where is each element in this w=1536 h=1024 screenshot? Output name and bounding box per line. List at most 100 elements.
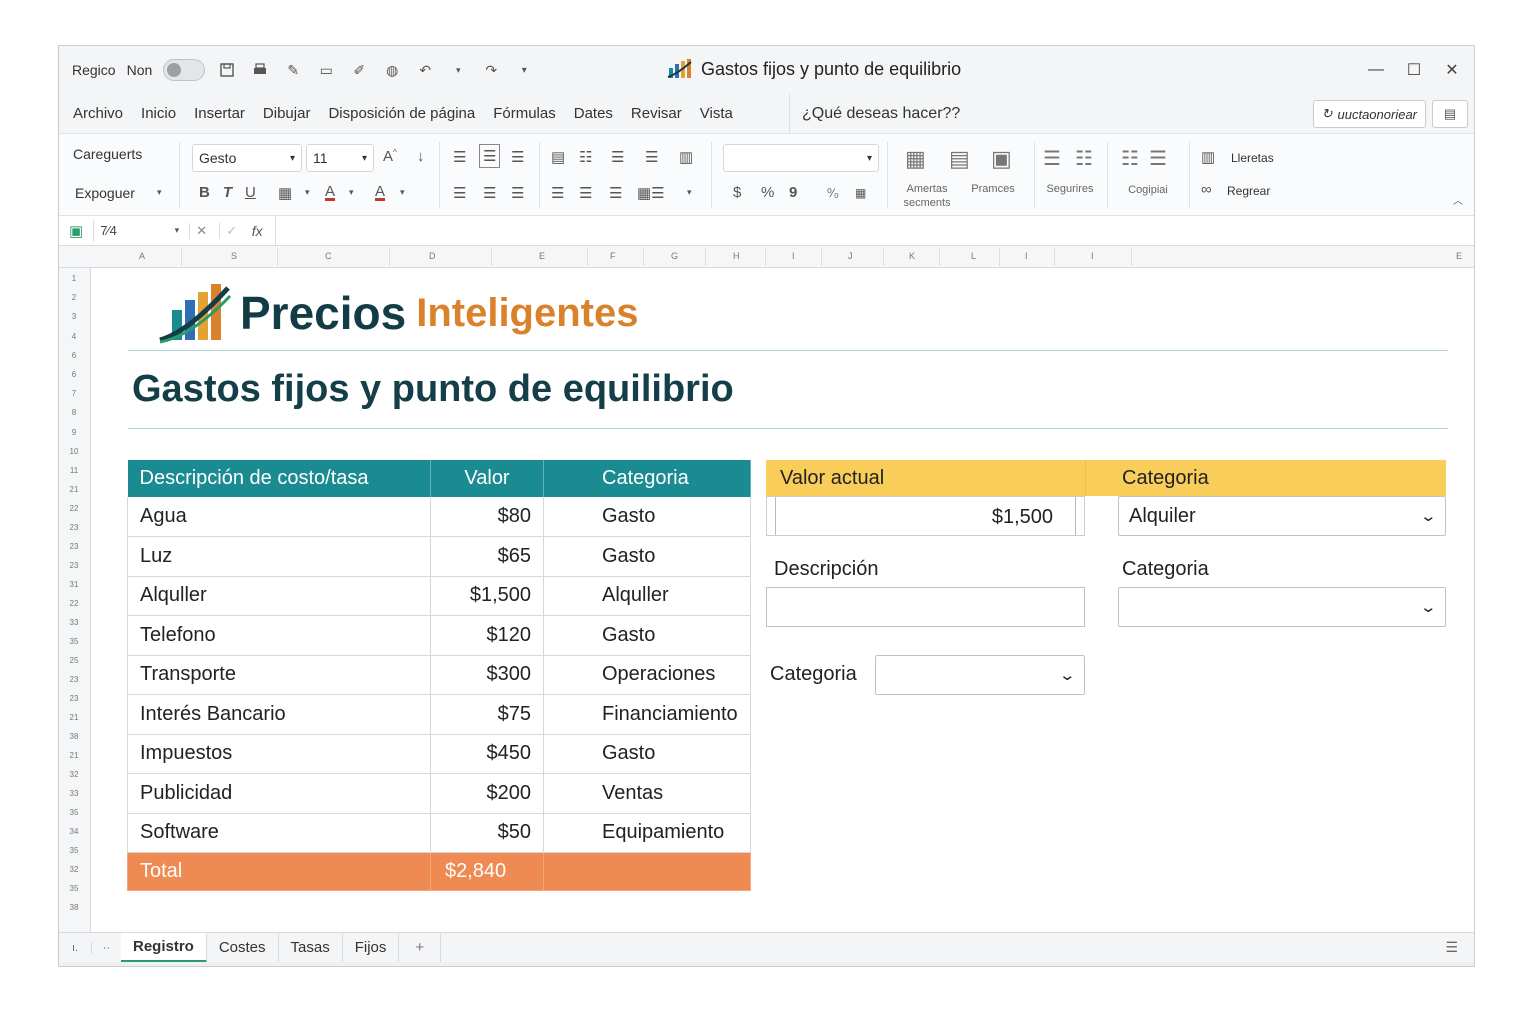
cell-value[interactable]: $50 [430,813,544,853]
sort-icon[interactable]: ☷ [1121,146,1139,171]
total-empty-cell[interactable] [543,852,751,891]
menu-revisar[interactable]: Revisar [631,105,682,122]
insert-function-icon[interactable]: fx [245,223,269,239]
column-header[interactable]: A [139,251,145,261]
column-header[interactable]: J [848,251,853,261]
decrease-font-icon[interactable]: ↓ [417,148,425,165]
tab-tasas[interactable]: Tasas [279,932,343,963]
menu-disposicion[interactable]: Disposición de página [328,105,475,122]
cell-value[interactable]: $300 [430,655,544,695]
column-header-category[interactable]: Categoria [543,460,751,497]
indent-icon[interactable]: ☰ [611,148,624,166]
cell-category[interactable]: Gasto [543,497,751,537]
comments-button[interactable]: ▤ [1432,100,1468,128]
bold-icon[interactable]: B [199,184,210,201]
cell-description[interactable]: Publicidad [127,773,431,814]
list-icon[interactable]: ☷ [579,148,592,166]
borders-icon[interactable]: ▦ [278,184,292,202]
align-center-icon[interactable]: ☰ [483,184,496,202]
row-header[interactable]: 23 [59,542,89,551]
customize-toolbar-icon[interactable]: ▾ [513,59,535,81]
row-header[interactable]: 31 [59,580,89,589]
italic-icon[interactable]: T [223,184,232,201]
tab-fijos[interactable]: Fijos [343,932,400,963]
menu-formulas[interactable]: Fórmulas [493,105,556,122]
row-header[interactable]: 33 [59,789,89,798]
column-header[interactable]: D [429,251,436,261]
autosave-toggle[interactable] [163,59,206,81]
categoria-3-select[interactable]: ⌄ [875,655,1085,695]
cell-description[interactable]: Transporte [127,655,431,695]
row-header[interactable]: 2 [59,293,89,302]
comment-icon[interactable]: ▭ [315,59,337,81]
fill-dropdown-icon[interactable]: ▾ [349,187,354,198]
cell-description[interactable]: Luz [127,536,431,577]
cell-description[interactable]: Interés Bancario [127,694,431,735]
valor-actual-field[interactable]: $1,500 [766,496,1085,536]
total-value[interactable]: $2,840 [430,852,544,891]
underline-icon[interactable]: U [245,184,256,201]
column-header[interactable]: K [909,251,915,261]
share-button[interactable]: ↻ uuctaonoriear [1312,100,1426,128]
lines-icon[interactable]: ☰ [609,184,622,202]
row-header[interactable]: 9 [59,428,89,437]
font-color-dropdown-icon[interactable]: ▾ [400,187,405,198]
row-header[interactable]: 8 [59,408,89,417]
row-header[interactable]: 34 [59,827,89,836]
column-header[interactable]: S [231,251,237,261]
categoria-select[interactable]: Alquiler ⌄ [1118,496,1446,536]
tab-costes[interactable]: Costes [207,932,279,963]
row-header[interactable]: 35 [59,846,89,855]
name-box[interactable]: 7⁄4 ▾ [93,219,185,242]
outdent-icon[interactable]: ☰ [645,148,658,166]
decrease-decimal-icon[interactable]: ▦ [855,186,866,200]
font-name-select[interactable]: Gesto ▾ [192,144,302,172]
tell-me-search[interactable]: ¿Qué deseas hacer?? [789,94,960,134]
column-header[interactable]: I [1091,251,1094,261]
cell-category[interactable]: Operaciones [543,655,751,695]
scroll-sheets-icon[interactable]: ·· [91,941,121,954]
menu-dates[interactable]: Dates [574,105,613,122]
column-header[interactable]: L [971,251,976,261]
align-top-icon[interactable]: ☰ [453,148,466,166]
cell-category[interactable]: Ventas [543,773,751,814]
add-sheet-button[interactable]: + [399,932,442,963]
formula-input[interactable] [275,215,1474,246]
number-format-select[interactable]: ▾ [723,144,879,172]
editing-group-label[interactable]: Cogipiai [1117,183,1179,197]
row-header[interactable]: 35 [59,808,89,817]
cells-group-label[interactable]: Segurires [1037,182,1103,196]
borders-dropdown-icon[interactable]: ▾ [305,187,310,198]
row-header[interactable]: 33 [59,618,89,627]
comma-format-button[interactable]: 9 [789,184,797,201]
collapse-ribbon-icon[interactable]: ︿ [1453,192,1463,207]
row-header[interactable]: 3 [59,312,89,321]
cell-category[interactable]: Gasto [543,734,751,774]
save-icon[interactable] [216,59,238,81]
clipboard-dropdown-icon[interactable]: ▾ [157,187,162,198]
merge-center-icon[interactable]: ▦☰ [637,184,665,202]
scroll-first-sheet-icon[interactable]: ı. [59,942,91,954]
conditional-format-label[interactable]: Amertas secments [899,182,955,210]
column-header[interactable]: I [792,251,795,261]
row-header[interactable]: 32 [59,770,89,779]
cell-description[interactable]: Impuestos [127,734,431,774]
distribute-icon[interactable]: ☰ [579,184,592,202]
row-header[interactable]: 38 [59,732,89,741]
row-header[interactable]: 4 [59,332,89,341]
minimize-icon[interactable]: — [1362,56,1390,84]
font-size-select[interactable]: 11 ▾ [306,144,374,172]
tab-registro[interactable]: Registro [121,932,207,963]
menu-icon[interactable]: ☰ [1445,939,1458,956]
palette-icon[interactable]: ◍ [381,59,403,81]
regrear-label[interactable]: Regrear [1227,184,1270,198]
total-label[interactable]: Total [127,852,431,891]
column-header[interactable]: F [610,251,616,261]
cell-category[interactable]: Gasto [543,615,751,656]
row-header[interactable]: 32 [59,865,89,874]
cell-value[interactable]: $65 [430,536,544,577]
wrap-text-icon[interactable]: ▤ [551,148,565,166]
column-header[interactable]: E [539,251,545,261]
cell-value[interactable]: $80 [430,497,544,537]
row-header[interactable]: 38 [59,903,89,912]
